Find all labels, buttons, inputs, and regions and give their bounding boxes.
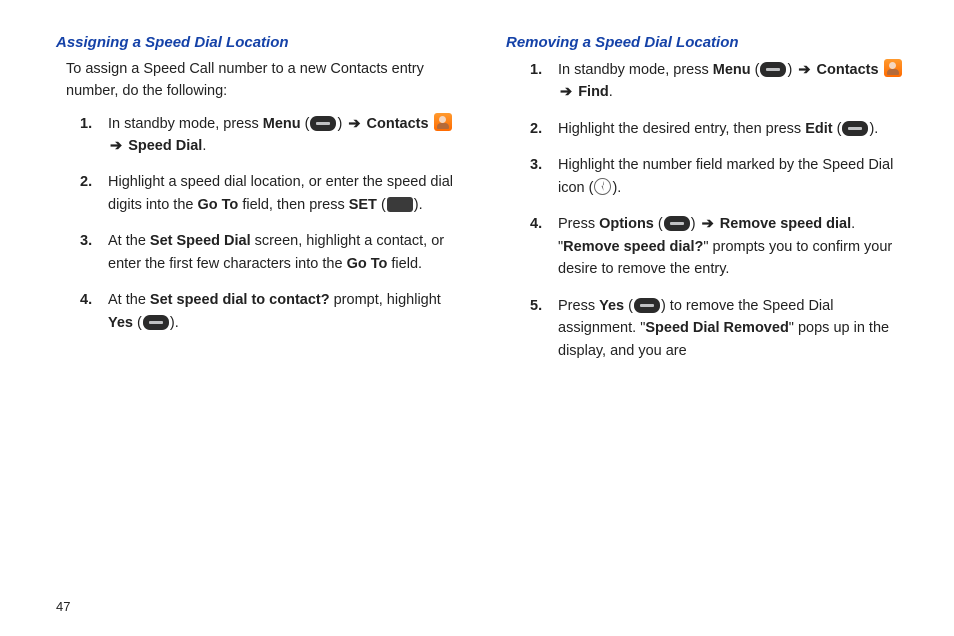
steps-removing: In standby mode, press Menu () ➔ Contact… (506, 59, 914, 362)
label-speed-dial-removed: Speed Dial Removed (645, 320, 788, 336)
softkey-icon (143, 315, 169, 330)
heading-assigning: Assigning a Speed Dial Location (56, 34, 464, 51)
label-find: Find (578, 84, 609, 100)
label-options: Options (599, 216, 654, 232)
softkey-icon (842, 121, 868, 136)
step-text: field, then press (238, 197, 348, 213)
label-menu: Menu (713, 62, 751, 78)
step-item: Highlight a speed dial location, or ente… (66, 171, 464, 216)
step-text: At the (108, 292, 150, 308)
softkey-icon (760, 62, 786, 77)
page-number: 47 (56, 599, 70, 614)
step-text: In standby mode, press (108, 116, 263, 132)
step-item: Press Options () ➔ Remove speed dial. "R… (516, 213, 914, 280)
step-item: Highlight the number field marked by the… (516, 154, 914, 199)
label-set-speed-dial: Set Speed Dial (150, 233, 251, 249)
label-speed-dial: Speed Dial (128, 138, 202, 154)
step-text: Press (558, 216, 599, 232)
left-column: Assigning a Speed Dial Location To assig… (56, 34, 464, 616)
label-contacts: Contacts (812, 62, 878, 78)
step-text: Press (558, 298, 599, 314)
step-text: prompt, highlight (330, 292, 441, 308)
label-contacts: Contacts (362, 116, 428, 132)
right-column: Removing a Speed Dial Location In standb… (506, 34, 914, 616)
label-set: SET (349, 197, 377, 213)
step-item: In standby mode, press Menu () ➔ Contact… (516, 59, 914, 104)
contacts-icon (434, 113, 452, 131)
softkey-icon (310, 116, 336, 131)
speed-dial-icon (594, 178, 611, 195)
step-text: field. (387, 256, 422, 272)
label-yes: Yes (108, 315, 133, 331)
softkey-icon (634, 298, 660, 313)
arrow-icon: ➔ (702, 213, 714, 235)
label-goto: Go To (347, 256, 388, 272)
step-item: Highlight the desired entry, then press … (516, 118, 914, 140)
label-edit: Edit (805, 121, 832, 137)
step-item: At the Set speed dial to contact? prompt… (66, 289, 464, 334)
label-prompt: Set speed dial to contact? (150, 292, 330, 308)
step-text: Highlight the desired entry, then press (558, 121, 805, 137)
step-text: In standby mode, press (558, 62, 713, 78)
label-remove-speed-dial-q: Remove speed dial? (563, 239, 703, 255)
softkey-icon (664, 216, 690, 231)
arrow-icon: ➔ (110, 135, 122, 157)
contacts-icon (884, 59, 902, 77)
steps-assigning: In standby mode, press Menu () ➔ Contact… (56, 113, 464, 335)
label-menu: Menu (263, 116, 301, 132)
step-text: At the (108, 233, 150, 249)
heading-removing: Removing a Speed Dial Location (506, 34, 914, 51)
step-item: At the Set Speed Dial screen, highlight … (66, 230, 464, 275)
manual-page: Assigning a Speed Dial Location To assig… (0, 0, 954, 636)
label-goto: Go To (197, 197, 238, 213)
blank-key-icon (387, 197, 413, 212)
step-item: In standby mode, press Menu () ➔ Contact… (66, 113, 464, 158)
step-text: ). (612, 180, 621, 196)
arrow-icon: ➔ (348, 113, 360, 135)
label-yes: Yes (599, 298, 624, 314)
arrow-icon: ➔ (798, 59, 810, 81)
step-item: Press Yes () to remove the Speed Dial as… (516, 295, 914, 362)
arrow-icon: ➔ (560, 81, 572, 103)
intro-assigning: To assign a Speed Call number to a new C… (66, 59, 464, 103)
label-remove-speed-dial: Remove speed dial (716, 216, 851, 232)
